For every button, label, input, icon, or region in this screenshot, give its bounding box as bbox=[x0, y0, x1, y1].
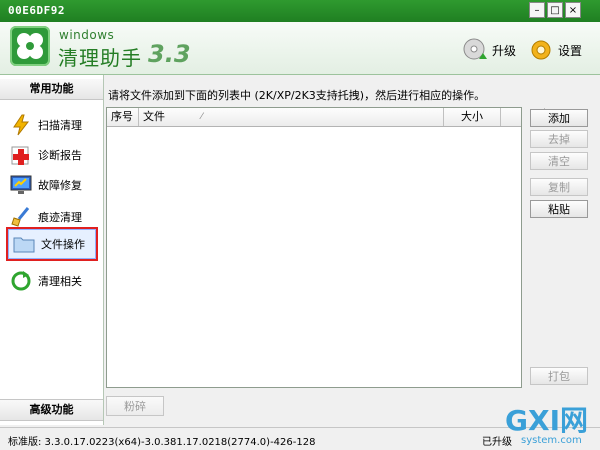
close-button[interactable]: × bbox=[565, 2, 581, 18]
copy-button[interactable]: 复制 bbox=[530, 178, 588, 196]
watermark-text-main: GXI网 bbox=[505, 404, 588, 437]
sidebar-item-repair[interactable]: 故障修复 bbox=[10, 171, 94, 199]
monitor-repair-icon bbox=[10, 174, 32, 196]
sidebar-item-diagnosis[interactable]: 诊断报告 bbox=[10, 141, 94, 169]
sidebar-item-label: 痕迹清理 bbox=[38, 211, 82, 224]
clear-button[interactable]: 清空 bbox=[530, 152, 588, 170]
sidebar-section-common: 常用功能 bbox=[0, 79, 103, 100]
shred-button[interactable]: 粉碎 bbox=[106, 396, 164, 416]
minimize-button[interactable]: – bbox=[529, 2, 545, 18]
site-watermark-logo: GXI网 system.com bbox=[503, 402, 595, 446]
app-window: 00E6DF92 – □ × windows 清理助手 3.3 升级 设置 常用… bbox=[0, 0, 600, 450]
sidebar-item-label: 故障修复 bbox=[38, 179, 82, 192]
broom-icon bbox=[10, 206, 32, 228]
pack-button[interactable]: 打包 bbox=[530, 367, 588, 385]
watermark-text-sub: system.com bbox=[521, 435, 582, 446]
upgrade-label: 升级 bbox=[492, 43, 517, 58]
lightning-icon bbox=[10, 114, 32, 136]
version-status: 标准版: 3.3.0.17.0223(x64)-3.0.381.17.0218(… bbox=[8, 437, 316, 448]
medical-cross-icon bbox=[10, 144, 32, 166]
title-bar: 00E6DF92 – □ × bbox=[0, 0, 600, 22]
settings-button[interactable]: 设置 bbox=[528, 32, 582, 68]
sidebar: 常用功能 扫描清理 诊断报告 故障修复 痕迹清理 文件操作 清理相关 高级功能 bbox=[0, 75, 104, 425]
column-header-size[interactable]: 大小 bbox=[443, 108, 501, 126]
sidebar-item-label: 扫描清理 bbox=[38, 119, 82, 132]
remove-button[interactable]: 去掉 bbox=[530, 130, 588, 148]
upgrade-button[interactable]: 升级 bbox=[462, 32, 516, 68]
sidebar-item-file-ops-highlight: 文件操作 bbox=[8, 229, 96, 259]
file-list-header: 序号 文件 ⁄ 大小 bbox=[107, 108, 545, 127]
paste-button[interactable]: 粘贴 bbox=[530, 200, 588, 218]
sidebar-item-scan-clean[interactable]: 扫描清理 bbox=[10, 111, 94, 139]
sidebar-section-advanced[interactable]: 高级功能 bbox=[0, 399, 103, 421]
column-header-seq[interactable]: 序号 bbox=[107, 108, 139, 126]
settings-label: 设置 bbox=[558, 43, 583, 58]
sidebar-item-label: 清理相关 bbox=[38, 275, 82, 288]
sort-indicator-icon: ⁄ bbox=[201, 112, 203, 122]
sidebar-item-file-ops[interactable]: 文件操作 bbox=[6, 227, 98, 261]
file-list[interactable]: 序号 文件 ⁄ 大小 bbox=[106, 107, 545, 388]
sidebar-item-label: 文件操作 bbox=[41, 238, 85, 251]
gear-icon bbox=[528, 37, 554, 63]
sidebar-item-label: 诊断报告 bbox=[38, 149, 82, 162]
upgrade-icon bbox=[462, 37, 488, 63]
app-header: windows 清理助手 3.3 升级 设置 bbox=[0, 22, 600, 75]
recycle-icon bbox=[10, 270, 32, 292]
maximize-button[interactable]: □ bbox=[547, 2, 563, 18]
column-header-file-label: 文件 bbox=[143, 110, 165, 123]
sidebar-item-cleanup-related[interactable]: 清理相关 bbox=[10, 267, 94, 295]
window-title: 00E6DF92 bbox=[8, 4, 65, 17]
add-button[interactable]: 添加 bbox=[530, 109, 588, 127]
folder-icon bbox=[13, 233, 35, 255]
brand-version: 3.3 bbox=[148, 40, 191, 68]
brand-subtitle: windows bbox=[59, 28, 115, 42]
brand-name: 清理助手 bbox=[58, 46, 142, 70]
clover-logo-icon bbox=[10, 26, 50, 66]
instruction-text: 请将文件添加到下面的列表中 (2K/XP/2K3支持托拽)，然后进行相应的操作。 bbox=[108, 89, 486, 102]
